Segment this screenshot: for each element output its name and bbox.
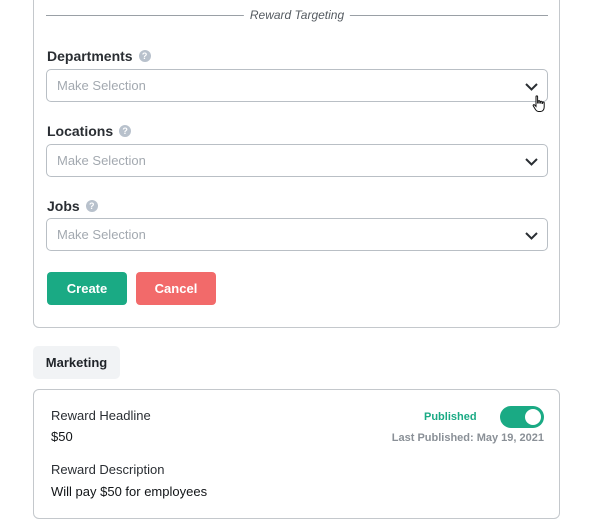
locations-help-icon[interactable]: ? [119, 125, 132, 137]
locations-label: Locations ? [47, 123, 132, 139]
jobs-help-icon[interactable]: ? [85, 200, 98, 212]
chevron-down-icon [525, 232, 538, 240]
locations-label-text: Locations [47, 123, 114, 139]
hand-cursor-icon [532, 95, 545, 112]
reward-description-value: Will pay $50 for employees [51, 484, 208, 499]
published-toggle[interactable] [500, 406, 544, 428]
cancel-button[interactable]: Cancel [136, 272, 216, 305]
departments-help-icon[interactable]: ? [138, 50, 151, 62]
departments-label: Departments ? [47, 48, 151, 64]
jobs-select[interactable]: Make Selection [46, 218, 548, 251]
jobs-label: Jobs ? [47, 198, 98, 214]
reward-targeting-divider: Reward Targeting [46, 8, 548, 22]
departments-placeholder: Make Selection [57, 78, 146, 93]
locations-placeholder: Make Selection [57, 153, 146, 168]
marketing-tab[interactable]: Marketing [33, 346, 120, 379]
reward-headline-label: Reward Headline [51, 408, 151, 423]
published-status: Published [424, 411, 477, 423]
last-published-text: Last Published: May 19, 2021 [391, 432, 544, 444]
reward-headline-value: $50 [51, 429, 73, 444]
section-title: Reward Targeting [243, 8, 351, 22]
jobs-label-text: Jobs [47, 198, 80, 214]
chevron-down-icon [525, 158, 538, 166]
locations-select[interactable]: Make Selection [46, 144, 548, 177]
create-button[interactable]: Create [47, 272, 127, 305]
departments-label-text: Departments [47, 48, 133, 64]
reward-description-label: Reward Description [51, 462, 165, 477]
chevron-down-icon [525, 83, 538, 91]
toggle-knob [525, 409, 541, 425]
jobs-placeholder: Make Selection [57, 227, 146, 242]
departments-select[interactable]: Make Selection [46, 69, 548, 102]
